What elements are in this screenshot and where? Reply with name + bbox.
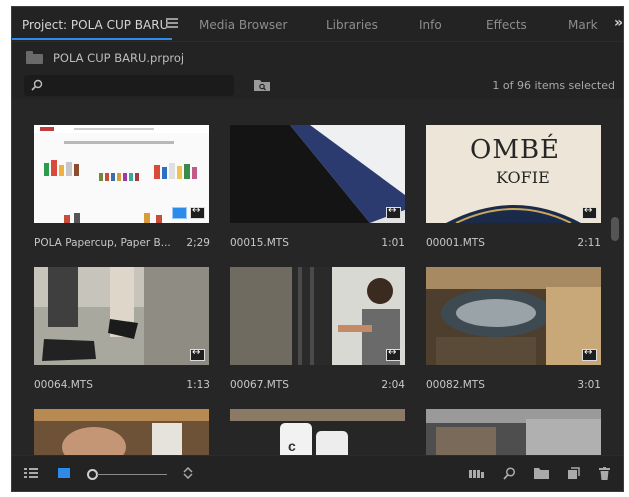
video-badge-icon <box>582 205 597 219</box>
bottom-toolbar <box>12 455 623 491</box>
tab-markers[interactable]: Mark <box>568 18 598 32</box>
svg-text:c: c <box>288 438 296 454</box>
tab-libraries[interactable]: Libraries <box>326 18 378 32</box>
automate-to-sequence-icon[interactable] <box>469 467 485 479</box>
sort-icon[interactable] <box>183 467 193 479</box>
panel-menu-icon[interactable] <box>166 18 178 28</box>
clip-name: 00082.MTS <box>426 379 485 391</box>
new-item-icon[interactable] <box>567 467 580 480</box>
video-badge-icon <box>190 205 205 219</box>
clip-thumbnail[interactable] <box>230 267 405 365</box>
clip-duration: 2:11 <box>577 237 601 249</box>
video-badge-icon <box>190 347 205 361</box>
clip-name: 00015.MTS <box>230 237 289 249</box>
video-frame-image <box>426 409 601 455</box>
project-path-row: POLA CUP BARU.prproj <box>12 41 623 71</box>
selection-count: 1 of 96 items selected <box>492 79 615 92</box>
clip-thumbnail[interactable] <box>34 125 209 223</box>
clip-thumbnail[interactable] <box>230 125 405 223</box>
kofie-logo-text: KOFIE <box>496 168 550 187</box>
search-input[interactable] <box>24 75 234 96</box>
tab-media-browser[interactable]: Media Browser <box>199 18 287 32</box>
zoom-slider-track[interactable] <box>97 474 167 475</box>
bin-icon <box>26 51 43 64</box>
trash-icon[interactable] <box>599 467 610 480</box>
project-panel: Project: POLA CUP BARU Media Browser Lib… <box>11 6 624 492</box>
clip-duration: 2;29 <box>186 237 210 249</box>
active-tab-indicator <box>12 38 172 40</box>
video-frame-image <box>426 267 601 365</box>
video-frame-image <box>230 125 405 223</box>
video-frame-image <box>34 409 209 455</box>
clip-thumbnail[interactable]: c <box>230 409 405 455</box>
video-badge-icon <box>172 207 187 219</box>
list-view-icon[interactable] <box>24 467 38 479</box>
clip-duration: 1:13 <box>186 379 210 391</box>
search-icon <box>31 79 43 91</box>
clip-thumbnail[interactable] <box>34 267 209 365</box>
clip-duration: 3:01 <box>577 379 601 391</box>
clip-duration: 2:04 <box>381 379 405 391</box>
clip-thumbnail[interactable] <box>426 267 601 365</box>
video-badge-icon <box>582 347 597 361</box>
clip-thumbnail[interactable]: OMBÉ KOFIE <box>426 125 601 223</box>
new-bin-icon[interactable] <box>534 467 549 479</box>
clip-thumbnail[interactable] <box>426 409 601 455</box>
overflow-chevron-icon[interactable]: » <box>614 15 623 31</box>
tab-info[interactable]: Info <box>419 18 442 32</box>
clip-grid: POLA Papercup, Paper B... 2;29 00015.MTS… <box>12 99 623 455</box>
ombe-logo-text: OMBÉ <box>470 135 561 165</box>
clip-duration: 1:01 <box>381 237 405 249</box>
project-file-name: POLA CUP BARU.prproj <box>53 51 185 65</box>
tab-project[interactable]: Project: POLA CUP BARU <box>22 18 168 32</box>
clip-name: 00064.MTS <box>34 379 93 391</box>
vertical-scrollbar[interactable] <box>611 217 619 241</box>
video-badge-icon <box>386 347 401 361</box>
new-search-bin-icon[interactable] <box>253 78 271 92</box>
tab-effects[interactable]: Effects <box>486 18 527 32</box>
search-row: 1 of 96 items selected <box>12 73 623 99</box>
clip-thumbnail[interactable] <box>34 409 209 455</box>
clip-name: POLA Papercup, Paper B... <box>34 237 171 249</box>
video-frame-image: c <box>230 409 405 455</box>
clip-name: 00001.MTS <box>426 237 485 249</box>
video-badge-icon <box>386 205 401 219</box>
video-frame-image <box>34 267 209 365</box>
icon-view-icon[interactable] <box>58 467 70 479</box>
find-icon[interactable] <box>503 467 516 480</box>
panel-tab-bar: Project: POLA CUP BARU Media Browser Lib… <box>12 7 623 42</box>
video-frame-image <box>230 267 405 365</box>
clip-name: 00067.MTS <box>230 379 289 391</box>
